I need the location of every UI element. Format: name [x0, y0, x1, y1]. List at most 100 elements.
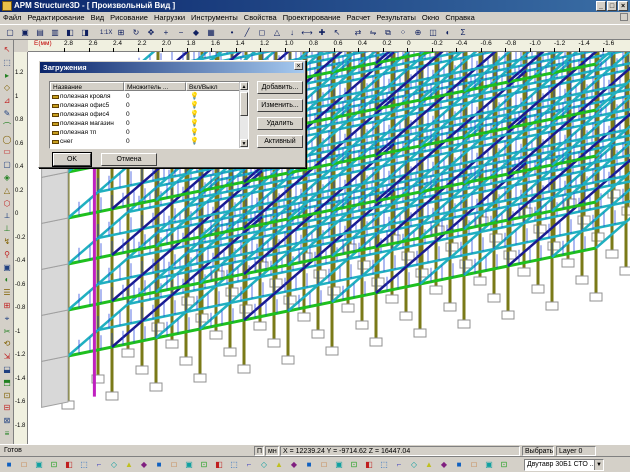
- rotate-icon[interactable]: ↻: [130, 27, 142, 39]
- bottom-tool-3-icon[interactable]: ⊡: [48, 459, 60, 471]
- left-tool-18-icon[interactable]: ◐: [1, 274, 13, 286]
- support-icon[interactable]: △: [271, 27, 283, 39]
- cancel-button[interactable]: Отмена: [101, 153, 157, 166]
- bottom-tool-28-icon[interactable]: ▲: [423, 459, 435, 471]
- menu-item-3[interactable]: Рисование: [107, 12, 151, 24]
- bottom-tool-18-icon[interactable]: ▲: [273, 459, 285, 471]
- bar-icon[interactable]: ╱: [241, 27, 253, 39]
- left-tool-9-icon[interactable]: ▢: [1, 159, 13, 171]
- left-tool-16-icon[interactable]: ⚲: [1, 249, 13, 261]
- left-tool-4-icon[interactable]: ⊿: [1, 95, 13, 107]
- bottom-tool-6-icon[interactable]: ⌐: [93, 459, 105, 471]
- left-tool-29-icon[interactable]: ⊠: [1, 415, 13, 427]
- minimize-icon[interactable]: _: [596, 1, 606, 11]
- bottom-tool-1-icon[interactable]: □: [18, 459, 30, 471]
- bottom-tool-32-icon[interactable]: ▣: [483, 459, 495, 471]
- bottom-tool-2-icon[interactable]: ▣: [33, 459, 45, 471]
- select-icon[interactable]: ↖: [331, 27, 343, 39]
- left-tool-25-icon[interactable]: ⬓: [1, 364, 13, 376]
- bottom-tool-11-icon[interactable]: □: [168, 459, 180, 471]
- open-icon[interactable]: ▣: [19, 27, 31, 39]
- ok-button[interactable]: OK: [52, 152, 92, 167]
- bottom-tool-12-icon[interactable]: ▣: [183, 459, 195, 471]
- list-item[interactable]: полезная магазин 0 💡: [50, 120, 240, 128]
- scroll-up-icon[interactable]: ▲: [240, 82, 248, 90]
- column-header-name[interactable]: Название: [50, 82, 124, 91]
- left-tool-10-icon[interactable]: ◈: [1, 172, 13, 184]
- left-tool-22-icon[interactable]: ✂: [1, 326, 13, 338]
- bottom-tool-27-icon[interactable]: ◇: [408, 459, 420, 471]
- left-tool-8-icon[interactable]: ▭: [1, 146, 13, 158]
- bottom-tool-16-icon[interactable]: ⌐: [243, 459, 255, 471]
- render-icon[interactable]: ◐: [442, 27, 454, 39]
- menu-item-1[interactable]: Редактирование: [24, 12, 87, 24]
- bulb-icon[interactable]: 💡: [190, 120, 199, 128]
- menu-item-5[interactable]: Инструменты: [188, 12, 241, 24]
- bottom-tool-13-icon[interactable]: ⊡: [198, 459, 210, 471]
- chevron-down-icon[interactable]: ▼: [594, 460, 603, 470]
- bottom-tool-15-icon[interactable]: ⬚: [228, 459, 240, 471]
- new-icon[interactable]: ▢: [4, 27, 16, 39]
- left-tool-13-icon[interactable]: ⟂: [1, 210, 13, 222]
- bulb-icon[interactable]: 💡: [190, 102, 199, 110]
- bottom-tool-5-icon[interactable]: ⬚: [78, 459, 90, 471]
- copy-icon[interactable]: ◧: [64, 27, 76, 39]
- bulb-icon[interactable]: 💡: [190, 138, 199, 146]
- left-tool-2-icon[interactable]: ▸: [1, 70, 13, 82]
- bottom-tool-10-icon[interactable]: ■: [153, 459, 165, 471]
- left-tool-11-icon[interactable]: △: [1, 185, 13, 197]
- left-tool-3-icon[interactable]: ◇: [1, 82, 13, 94]
- column-header-toggle[interactable]: Вкл/Выкл: [186, 82, 241, 91]
- mirror-icon[interactable]: ⇋: [367, 27, 379, 39]
- bottom-tool-31-icon[interactable]: □: [468, 459, 480, 471]
- bottom-tool-8-icon[interactable]: ▲: [123, 459, 135, 471]
- load-icon[interactable]: ↓: [286, 27, 298, 39]
- pan-icon[interactable]: ✥: [145, 27, 157, 39]
- menu-item-2[interactable]: Вид: [88, 12, 108, 24]
- list-item[interactable]: полезная офис5 0 💡: [50, 102, 240, 110]
- list-item[interactable]: полезная офис4 0 💡: [50, 111, 240, 119]
- list-item[interactable]: полезная тп 0 💡: [50, 129, 240, 137]
- section-profile-select[interactable]: Двутавр 30Б1 СТО ... ▼: [524, 459, 604, 471]
- close-icon[interactable]: ×: [618, 1, 628, 11]
- left-tool-24-icon[interactable]: ⇲: [1, 351, 13, 363]
- menu-item-10[interactable]: Окно: [419, 12, 442, 24]
- left-tool-1-icon[interactable]: ⬚: [1, 57, 13, 69]
- zoom-window-icon[interactable]: ⊞: [115, 27, 127, 39]
- bottom-tool-29-icon[interactable]: ◆: [438, 459, 450, 471]
- left-tool-17-icon[interactable]: ▣: [1, 262, 13, 274]
- list-scrollbar[interactable]: ▲ ▼: [239, 82, 248, 148]
- list-item[interactable]: полезная кровля 0 💡: [50, 93, 240, 101]
- menu-item-8[interactable]: Расчет: [344, 12, 374, 24]
- bulb-icon[interactable]: 💡: [190, 111, 199, 119]
- left-tool-0-icon[interactable]: ↖: [1, 44, 13, 56]
- left-tool-14-icon[interactable]: ⊥: [1, 223, 13, 235]
- bottom-tool-19-icon[interactable]: ◆: [288, 459, 300, 471]
- zoom-in-icon[interactable]: +: [160, 27, 172, 39]
- zoom-1x-icon[interactable]: 1:1X: [100, 27, 112, 39]
- section-icon[interactable]: ◫: [427, 27, 439, 39]
- bottom-tool-21-icon[interactable]: □: [318, 459, 330, 471]
- bottom-tool-30-icon[interactable]: ■: [453, 459, 465, 471]
- dialog-close-icon[interactable]: ×: [294, 62, 303, 70]
- calc-icon[interactable]: Σ: [457, 27, 469, 39]
- left-tool-12-icon[interactable]: ⬡: [1, 198, 13, 210]
- bottom-tool-4-icon[interactable]: ◧: [63, 459, 75, 471]
- measure-icon[interactable]: ⟷: [301, 27, 313, 39]
- node-icon[interactable]: •: [226, 27, 238, 39]
- left-tool-20-icon[interactable]: ⊞: [1, 300, 13, 312]
- bottom-tool-25-icon[interactable]: ⬚: [378, 459, 390, 471]
- menu-item-4[interactable]: Нагрузки: [151, 12, 188, 24]
- bottom-tool-9-icon[interactable]: ◆: [138, 459, 150, 471]
- bottom-tool-0-icon[interactable]: ■: [3, 459, 15, 471]
- bottom-tool-14-icon[interactable]: ◧: [213, 459, 225, 471]
- left-tool-28-icon[interactable]: ⊟: [1, 402, 13, 414]
- zoom-out-icon[interactable]: −: [175, 27, 187, 39]
- snap-icon[interactable]: ⊕: [412, 27, 424, 39]
- bottom-tool-22-icon[interactable]: ▣: [333, 459, 345, 471]
- left-tool-30-icon[interactable]: ≡: [1, 428, 13, 440]
- menu-item-11[interactable]: Справка: [442, 12, 477, 24]
- active-button[interactable]: Активный: [257, 135, 303, 148]
- left-tool-15-icon[interactable]: ↯: [1, 236, 13, 248]
- menu-item-0[interactable]: Файл: [0, 12, 24, 24]
